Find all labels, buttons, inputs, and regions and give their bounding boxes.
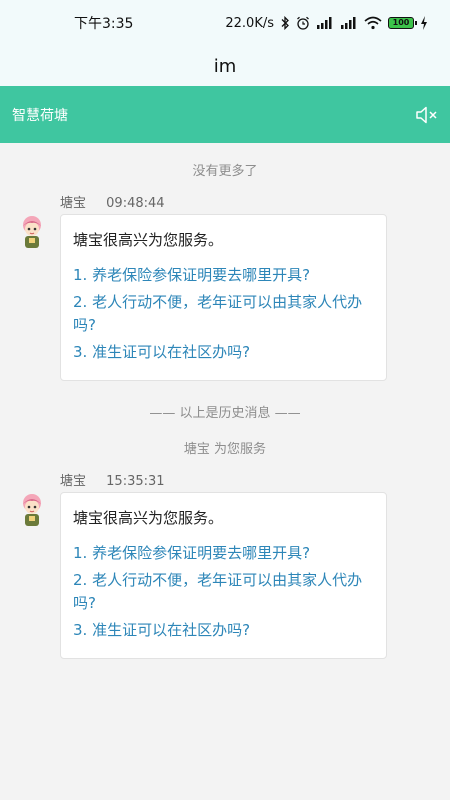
message-bubble: 塘宝很高兴为您服务。 1. 养老保险参保证明要去哪里开具? 2. 老人行动不便，… (60, 214, 387, 381)
speaker-muted-icon (416, 106, 437, 123)
greeting-text: 塘宝很高兴为您服务。 (73, 231, 224, 249)
alarm-icon (297, 16, 309, 30)
charging-icon (421, 16, 427, 30)
chat-title: 智慧荷塘 (12, 107, 68, 124)
chat-header: 智慧荷塘 (0, 86, 450, 143)
message-time: 09:48:44 (106, 196, 165, 211)
sender-name: 塘宝 (60, 474, 87, 489)
wifi-icon (364, 16, 382, 30)
chat-area[interactable]: 没有更多了 塘宝 09:48:44 塘宝很高兴为您服务。 1. 养老保险参保证明… (0, 143, 450, 800)
message-meta: 塘宝 15:35:31 (60, 470, 165, 489)
sender-name: 塘宝 (60, 196, 87, 211)
history-divider: —— 以上是历史消息 —— (149, 406, 301, 421)
faq-link[interactable]: 3. 准生证可以在社区办吗? (73, 619, 374, 642)
faq-link[interactable]: 1. 养老保险参保证明要去哪里开具? (73, 542, 374, 565)
bot-avatar[interactable] (16, 214, 48, 250)
battery-icon: 100 (388, 17, 417, 29)
status-icons: 22.0K/s 100 (225, 16, 428, 31)
status-bar: 下午3:35 22.0K/s 100 (0, 0, 450, 46)
mute-button[interactable] (414, 102, 440, 128)
app-title-bar: im (0, 46, 450, 86)
bluetooth-icon (281, 16, 289, 30)
service-notice: 塘宝 为您服务 (183, 442, 267, 457)
faq-link[interactable]: 2. 老人行动不便，老年证可以由其家人代办吗? (73, 291, 374, 337)
faq-link[interactable]: 1. 养老保险参保证明要去哪里开具? (73, 264, 374, 287)
app-title: im (213, 55, 237, 77)
message-time: 15:35:31 (106, 474, 165, 489)
message-bubble: 塘宝很高兴为您服务。 1. 养老保险参保证明要去哪里开具? 2. 老人行动不便，… (60, 492, 387, 659)
message-meta: 塘宝 09:48:44 (60, 192, 165, 211)
status-time: 下午3:35 (74, 16, 134, 32)
greeting-text: 塘宝很高兴为您服务。 (73, 509, 224, 527)
faq-link[interactable]: 2. 老人行动不便，老年证可以由其家人代办吗? (73, 569, 374, 615)
no-more-text: 没有更多了 (192, 164, 258, 179)
bot-avatar[interactable] (16, 492, 48, 528)
signal-icon-2 (341, 17, 356, 29)
network-speed: 22.0K/s (225, 15, 274, 31)
signal-icon (317, 17, 332, 29)
faq-link[interactable]: 3. 准生证可以在社区办吗? (73, 341, 374, 364)
